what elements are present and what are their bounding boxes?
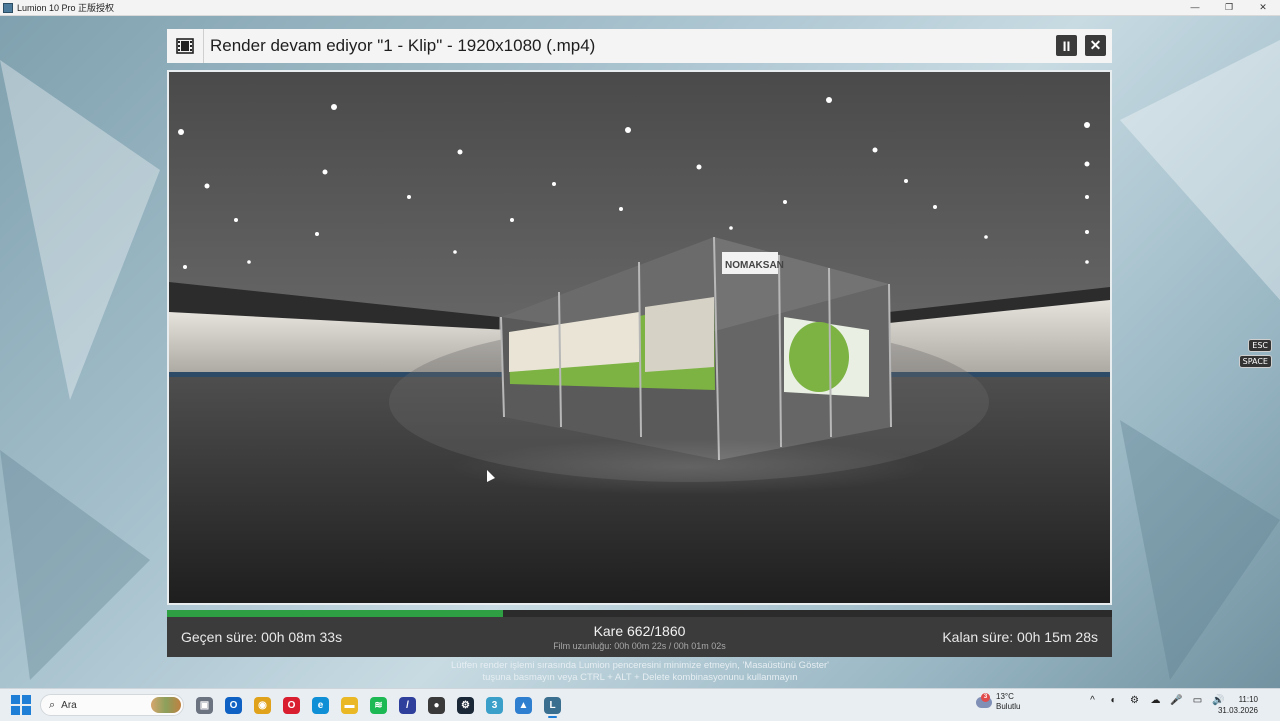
taskbar-app-opera[interactable]: O <box>277 691 306 719</box>
render-preview: NOMAKSAN <box>167 70 1112 605</box>
clock-time: 11:10 <box>1238 695 1258 704</box>
app-blue-icon: 3 <box>486 696 503 714</box>
start-button[interactable] <box>8 692 34 718</box>
taskbar-app-outlook[interactable]: O <box>219 691 248 719</box>
render-dialog-header: Render devam ediyor "1 - Klip" - 1920x10… <box>167 29 1112 63</box>
booth-brand-text: NOMAKSAN <box>725 260 784 271</box>
winrar-icon: / <box>399 696 416 714</box>
file-explorer-icon: ▬ <box>341 696 358 714</box>
taskbar-app-spotify[interactable]: ≋ <box>364 691 393 719</box>
weather-desc: Bulutlu <box>996 702 1021 711</box>
window-title: Lumion 10 Pro 正版授权 <box>17 3 115 13</box>
render-dialog-title: Render devam ediyor "1 - Klip" - 1920x10… <box>210 36 596 55</box>
chrome-icon: ◉ <box>254 696 271 714</box>
minimize-button[interactable]: — <box>1178 0 1212 15</box>
taskbar-app-file-explorer[interactable]: ▬ <box>335 691 364 719</box>
taskbar-app-lumion[interactable]: L <box>538 691 567 719</box>
search-placeholder: Ara <box>61 699 77 711</box>
opera-icon: O <box>283 696 300 714</box>
window-titlebar: Lumion 10 Pro 正版授权 — ❐ ✕ <box>0 0 1280 16</box>
close-render-button[interactable]: ✕ <box>1085 35 1106 56</box>
taskbar-app-steam[interactable]: ⚙ <box>451 691 480 719</box>
render-progress-fill <box>167 610 504 617</box>
window-close-button[interactable]: ✕ <box>1246 0 1280 15</box>
clock-date: 31.03.2026 <box>1217 706 1258 715</box>
task-view-icon: ▣ <box>196 696 213 714</box>
restore-button[interactable]: ❐ <box>1212 0 1246 15</box>
obs-icon: ● <box>428 696 445 714</box>
film-strip-icon <box>167 29 204 63</box>
taskbar-app-task-view[interactable]: ▣ <box>190 691 219 719</box>
esc-key-hint: ESC <box>1248 339 1272 352</box>
lumion-app-icon <box>3 2 13 13</box>
taskbar-app-edge[interactable]: e <box>306 691 335 719</box>
tray-icon-3[interactable]: ☁ <box>1145 695 1166 706</box>
taskbar-apps: ▣ O ◉ Oe ▬ ≋ / ● ⚙ 3 ▲ L <box>190 691 567 719</box>
app-image-icon: ▲ <box>515 696 532 714</box>
outlook-icon: O <box>225 696 242 714</box>
taskbar-search[interactable]: ⌕ Ara <box>40 694 184 716</box>
space-key-hint: SPACE <box>1238 355 1272 368</box>
spotify-icon: ≋ <box>370 696 387 714</box>
render-status-bar: Geçen süre: 00h 08m 33s Kare 662/1860 Fi… <box>167 617 1112 657</box>
tray-icon-5[interactable]: ▭ <box>1187 695 1208 706</box>
taskbar: ⌕ Ara ▣ O ◉ Oe ▬ ≋ / ● ⚙ 3 ▲ L 3 13°C Bulutlu ^ ◐ ⚙ ☁ 🎤… <box>0 688 1280 721</box>
render-warning-line-2: tuşuna basmayın veya CTRL + ALT + Delete… <box>482 672 798 683</box>
system-tray: ^ ◐ ⚙ ☁ 🎤 ▭ 🔊 <box>1082 695 1229 706</box>
taskbar-clock[interactable]: 11:10 31.03.2026 <box>1218 694 1258 716</box>
render-progress-bar <box>167 610 1112 617</box>
steam-icon: ⚙ <box>457 696 474 714</box>
lumion-icon: L <box>544 696 561 714</box>
render-warning: Lütfen render işlemi sırasında Lumion pe… <box>300 660 980 684</box>
taskbar-app-winrar[interactable]: / <box>393 691 422 719</box>
weather-widget[interactable]: 3 13°C Bulutlu <box>976 692 1020 712</box>
tray-icon-2[interactable]: ⚙ <box>1124 695 1145 706</box>
pause-button[interactable]: II <box>1056 35 1077 56</box>
remaining-time: Kalan süre: 00h 15m 28s <box>942 629 1098 645</box>
windows-logo-icon <box>11 695 20 704</box>
edge-icon: e <box>312 696 329 714</box>
taskbar-app-app-image[interactable]: ▲ <box>509 691 538 719</box>
window-controls: — ❐ ✕ <box>1178 0 1280 15</box>
tray-icon-0[interactable]: ^ <box>1082 695 1103 706</box>
tray-icon-4[interactable]: 🎤 <box>1166 695 1187 706</box>
render-warning-line-1: Lütfen render işlemi sırasında Lumion pe… <box>451 660 829 671</box>
tray-icon-1[interactable]: ◐ <box>1103 695 1124 706</box>
taskbar-app-obs[interactable]: ● <box>422 691 451 719</box>
search-icon: ⌕ <box>49 698 56 711</box>
taskbar-app-app-blue[interactable]: 3 <box>480 691 509 719</box>
weather-temp: 13°C <box>996 692 1014 701</box>
cloud-icon: 3 <box>976 692 992 708</box>
taskbar-app-chrome[interactable]: ◉ <box>248 691 277 719</box>
weather-badge: 3 <box>981 692 990 702</box>
search-highlight-image <box>151 697 181 713</box>
render-preview-image: NOMAKSAN <box>169 72 1110 603</box>
